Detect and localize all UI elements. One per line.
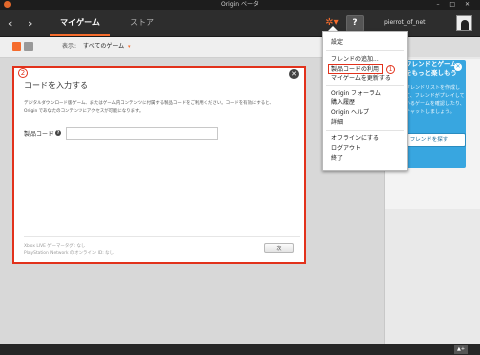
tab-store[interactable]: ストア: [122, 10, 162, 36]
menu-divider: [326, 50, 404, 51]
menu-item-settings[interactable]: 設定: [331, 38, 343, 47]
top-navigation: ‹ › マイゲーム ストア ✲▾ ? pierrot_of_net: [0, 10, 480, 37]
tab-my-games[interactable]: マイゲーム: [50, 10, 110, 36]
info-icon[interactable]: ?: [55, 130, 61, 136]
promo-title: フレンドとゲームをもっと楽しもう: [405, 60, 457, 77]
forward-arrow-icon[interactable]: ›: [28, 17, 32, 30]
filter-label: 表示:: [62, 43, 77, 50]
product-code-label: 製品コード: [24, 131, 55, 138]
menu-item-about[interactable]: 詳細: [331, 118, 343, 127]
annotation-highlight-box: [328, 64, 383, 74]
annotation-marker-2: 2: [18, 68, 28, 78]
menu-item-reload-games[interactable]: マイゲームを更新する: [331, 74, 391, 83]
avatar[interactable]: [456, 15, 472, 31]
title-bar: Origin ベータ – □ ✕: [0, 0, 480, 10]
annotation-marker-1: 1: [386, 65, 395, 74]
filter-dropdown[interactable]: すべてのゲーム: [83, 37, 124, 57]
back-arrow-icon[interactable]: ‹: [8, 17, 12, 30]
menu-item-forum[interactable]: Origin フォーラム: [331, 89, 381, 98]
menu-item-logout[interactable]: ログアウト: [331, 144, 361, 153]
psn-id-note: PlayStation Network のオンライン ID: なし: [24, 251, 114, 256]
dialog-description: デジタルダウンロード版ゲーム、またはゲーム内コンテンツに付属する製品コードをご利…: [24, 101, 274, 114]
menu-item-go-offline[interactable]: オフラインにする: [331, 134, 379, 143]
menu-item-exit[interactable]: 終了: [331, 154, 343, 163]
close-icon[interactable]: ✕: [454, 63, 462, 71]
next-button[interactable]: 次: [264, 243, 294, 253]
redeem-code-dialog: [12, 66, 306, 264]
chat-toggle-button[interactable]: ▲+: [454, 345, 468, 354]
footer-divider: [24, 236, 300, 237]
window-controls[interactable]: – □ ✕: [436, 1, 474, 9]
menu-item-help[interactable]: Origin ヘルプ: [331, 108, 369, 117]
menu-item-order-history[interactable]: 購入履歴: [331, 98, 355, 107]
window-title: Origin ベータ: [220, 1, 260, 8]
help-button[interactable]: ?: [346, 15, 364, 32]
close-icon[interactable]: ✕: [289, 69, 299, 79]
menu-divider: [326, 130, 404, 131]
bottom-bar: [0, 344, 480, 355]
dialog-title: コードを入力する: [24, 81, 88, 90]
menu-divider: [326, 85, 404, 86]
list-view-icon[interactable]: [24, 42, 33, 51]
grid-view-icon[interactable]: [12, 42, 21, 51]
xbox-gamertag-note: Xbox LIVE ゲーマータグ: なし: [24, 244, 86, 249]
promo-text: フレンドリストを作成して、フレンドがプレイしているゲームを確認したり、チャットし…: [405, 85, 465, 115]
chevron-down-icon[interactable]: ▾: [128, 37, 131, 57]
menu-item-add-friend[interactable]: フレンドの追加...: [331, 55, 379, 64]
product-code-input[interactable]: [66, 127, 218, 140]
